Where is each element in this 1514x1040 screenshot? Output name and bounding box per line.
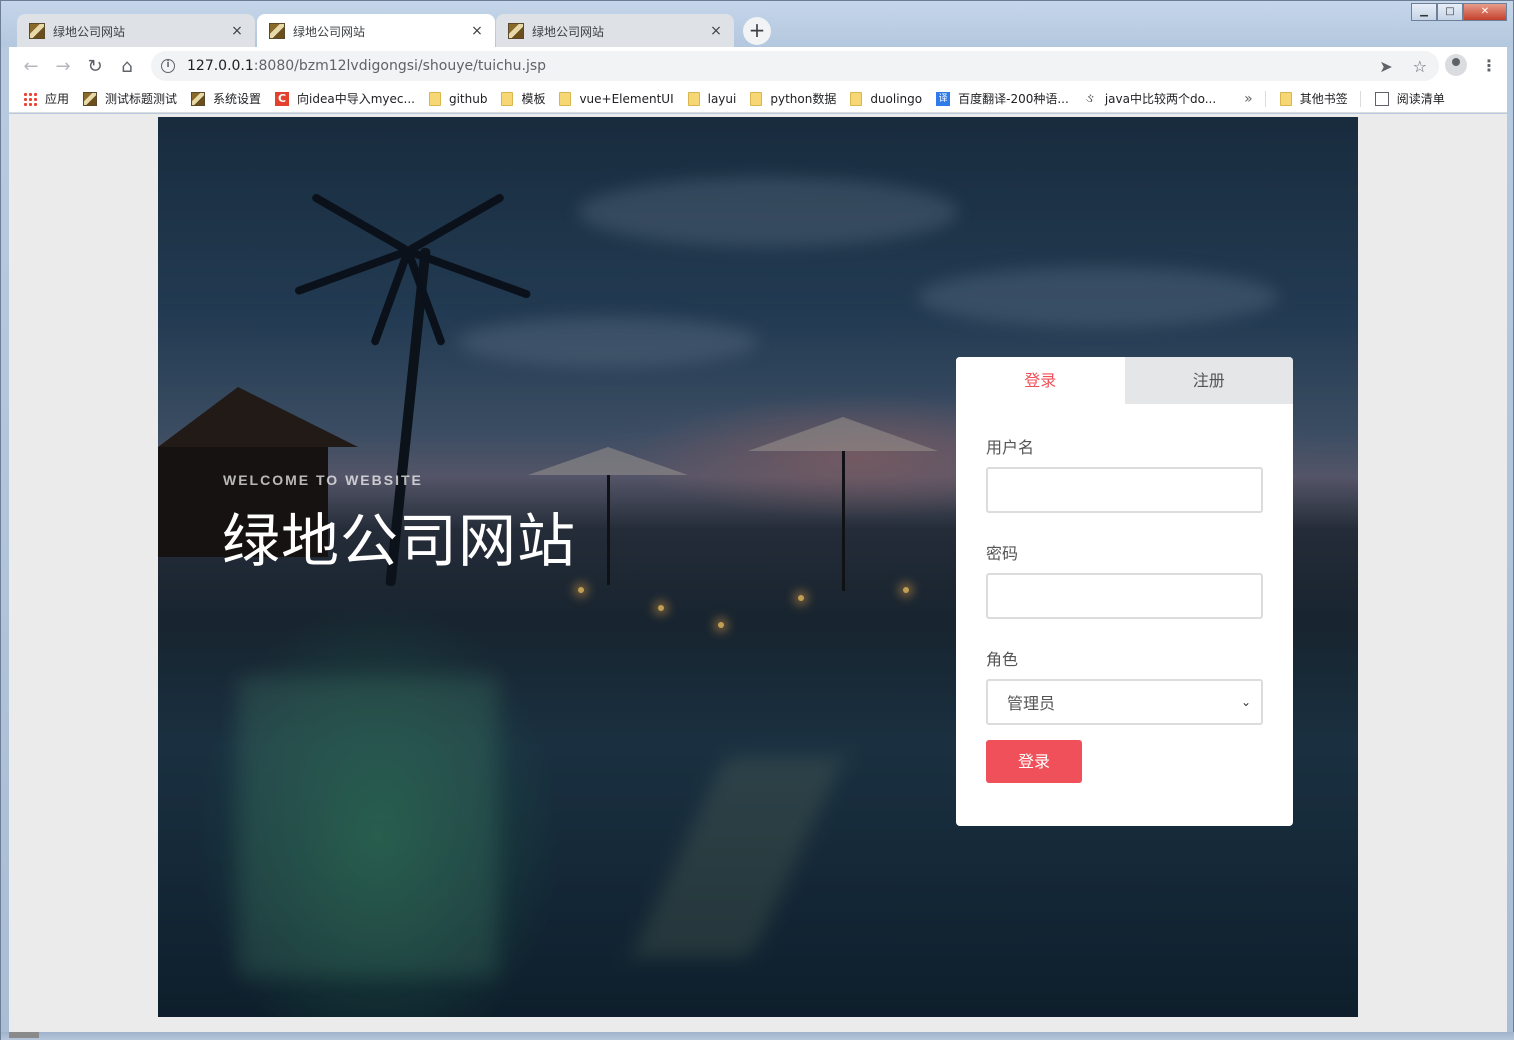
address-bar[interactable]: i 127.0.0.1:8080/bzm12lvdigongsi/shouye/… xyxy=(151,51,1439,81)
page-viewport: WELCOME TO WEBSITE 绿地公司网站 登录 注册 用户名 密码 角… xyxy=(9,114,1507,1032)
send-icon[interactable]: ➤ xyxy=(1379,57,1392,76)
folder-icon xyxy=(687,91,700,106)
bookmark-label: layui xyxy=(707,91,737,106)
bookmark-label: vue+ElementUI xyxy=(579,91,674,106)
bookmark-label: 系统设置 xyxy=(213,92,262,106)
password-label: 密码 xyxy=(986,544,1019,563)
bookmarks-overflow-icon[interactable]: » xyxy=(1244,91,1253,107)
page-favicon-icon xyxy=(83,91,98,106)
bookmark-item[interactable]: C 向idea中导入myec... xyxy=(275,90,415,107)
forward-arrow-icon[interactable]: → xyxy=(47,56,79,77)
other-bookmarks-folder[interactable]: 其他书签 xyxy=(1279,90,1348,107)
translate-icon: 译 xyxy=(936,91,951,106)
minimize-button[interactable]: ▁ xyxy=(1411,3,1437,21)
bookmark-label: 测试标题测试 xyxy=(105,92,178,106)
close-window-button[interactable]: ✕ xyxy=(1463,3,1507,21)
tab-login[interactable]: 登录 xyxy=(956,357,1125,404)
tab-strip: 绿地公司网站 × 绿地公司网站 × 绿地公司网站 × + ▁ □ ✕ xyxy=(1,1,1513,48)
login-form: 用户名 密码 角色 管理员 ⌄ 登录 xyxy=(956,404,1293,783)
role-label: 角色 xyxy=(986,650,1019,669)
username-input[interactable] xyxy=(986,467,1263,513)
bookmark-label: 应用 xyxy=(45,92,70,106)
tab-title: 绿地公司网站 xyxy=(53,24,126,39)
bookmarks-divider xyxy=(1359,90,1361,107)
bookmark-apps[interactable]: 应用 xyxy=(23,90,69,107)
tab-title: 绿地公司网站 xyxy=(532,24,605,39)
close-tab-icon[interactable]: × xyxy=(229,23,245,39)
bookmark-label: 向idea中导入myec... xyxy=(297,92,415,106)
window-bottom-edge xyxy=(1,1032,1514,1040)
bookmark-folder[interactable]: python数据 xyxy=(750,90,836,107)
welcome-tagline: WELCOME TO WEBSITE xyxy=(223,472,423,488)
bookmark-folder[interactable]: vue+ElementUI xyxy=(559,91,674,106)
tab-3[interactable]: 绿地公司网站 × xyxy=(496,14,734,48)
page-favicon-icon xyxy=(191,91,206,106)
bookmark-label: github xyxy=(448,91,488,106)
reading-list[interactable]: 阅读清单 xyxy=(1374,90,1445,107)
bookmark-folder[interactable]: duolingo xyxy=(850,91,923,106)
horizontal-scrollbar[interactable] xyxy=(9,1032,39,1038)
folder-icon xyxy=(428,91,441,106)
bookmark-item[interactable]: 测试标题测试 xyxy=(83,90,177,107)
bookmark-item[interactable]: ઙ java中比较两个do... xyxy=(1083,90,1217,107)
new-tab-button[interactable]: + xyxy=(743,17,771,45)
bookmark-label: 阅读清单 xyxy=(1396,92,1445,106)
back-arrow-icon[interactable]: ← xyxy=(15,56,47,77)
username-label: 用户名 xyxy=(986,438,1035,457)
chevron-down-icon: ⌄ xyxy=(1240,695,1251,709)
tab-1[interactable]: 绿地公司网站 × xyxy=(17,14,255,48)
login-card: 登录 注册 用户名 密码 角色 管理员 ⌄ 登录 xyxy=(956,357,1293,826)
favicon-icon xyxy=(269,23,285,39)
bookmarks-divider xyxy=(1264,90,1266,107)
url-path: :8080/bzm12lvdigongsi/shouye/tuichu.jsp xyxy=(253,58,547,74)
folder-icon xyxy=(559,91,572,106)
folder-icon xyxy=(1279,91,1292,106)
profile-avatar-icon[interactable] xyxy=(1445,54,1467,76)
bookmark-star-icon[interactable]: ☆ xyxy=(1413,57,1427,76)
symbol-icon: ઙ xyxy=(1085,90,1094,106)
password-input[interactable] xyxy=(986,573,1263,619)
favicon-icon xyxy=(508,23,524,39)
favicon-icon xyxy=(29,23,45,39)
bookmark-label: 其他书签 xyxy=(1299,92,1348,106)
home-icon[interactable]: ⌂ xyxy=(111,56,143,77)
site-title: 绿地公司网站 xyxy=(222,507,577,575)
folder-icon xyxy=(750,91,763,106)
bookmarks-bar: 应用 测试标题测试 系统设置 C 向idea中导入myec... github 模… xyxy=(9,85,1507,113)
url-host: 127.0.0.1 xyxy=(187,58,254,74)
folder-icon xyxy=(850,91,863,106)
bookmark-label: java中比较两个do... xyxy=(1104,92,1217,106)
login-submit-button[interactable]: 登录 xyxy=(986,740,1082,783)
bookmark-folder[interactable]: github xyxy=(428,91,488,106)
browser-window: 绿地公司网站 × 绿地公司网站 × 绿地公司网站 × + ▁ □ ✕ ← → ↻… xyxy=(0,0,1514,1040)
bookmark-label: python数据 xyxy=(770,92,837,106)
bookmark-item[interactable]: 系统设置 xyxy=(191,90,261,107)
role-select[interactable]: 管理员 ⌄ xyxy=(986,679,1263,725)
menu-kebab-icon[interactable]: ⋮ xyxy=(1481,56,1497,75)
browser-toolbar: ← → ↻ ⌂ i 127.0.0.1:8080/bzm12lvdigongsi… xyxy=(9,47,1507,85)
bookmark-item[interactable]: 译百度翻译-200种语... xyxy=(936,90,1069,107)
bookmark-label: duolingo xyxy=(870,91,923,106)
folder-icon xyxy=(501,91,514,106)
bookmark-folder[interactable]: layui xyxy=(687,91,737,106)
role-selected-value: 管理员 xyxy=(1007,694,1056,713)
bookmark-label: 模板 xyxy=(521,92,546,106)
bookmark-folder[interactable]: 模板 xyxy=(501,90,545,107)
reading-list-icon xyxy=(1374,91,1389,106)
site-info-icon[interactable]: i xyxy=(161,59,175,73)
hero-background-image: WELCOME TO WEBSITE 绿地公司网站 登录 注册 用户名 密码 角… xyxy=(158,117,1358,1017)
apps-grid-icon xyxy=(23,91,37,106)
close-tab-icon[interactable]: × xyxy=(469,23,485,39)
c-logo-icon: C xyxy=(275,91,290,106)
reload-icon[interactable]: ↻ xyxy=(79,56,111,77)
login-register-tabs: 登录 注册 xyxy=(956,357,1293,404)
maximize-button[interactable]: □ xyxy=(1437,3,1463,21)
tab-title: 绿地公司网站 xyxy=(293,24,366,39)
tab-register[interactable]: 注册 xyxy=(1124,357,1293,404)
close-tab-icon[interactable]: × xyxy=(708,23,724,39)
bookmark-label: 百度翻译-200种语... xyxy=(958,92,1069,106)
tab-2-active[interactable]: 绿地公司网站 × xyxy=(257,14,495,48)
window-controls: ▁ □ ✕ xyxy=(1411,3,1507,21)
